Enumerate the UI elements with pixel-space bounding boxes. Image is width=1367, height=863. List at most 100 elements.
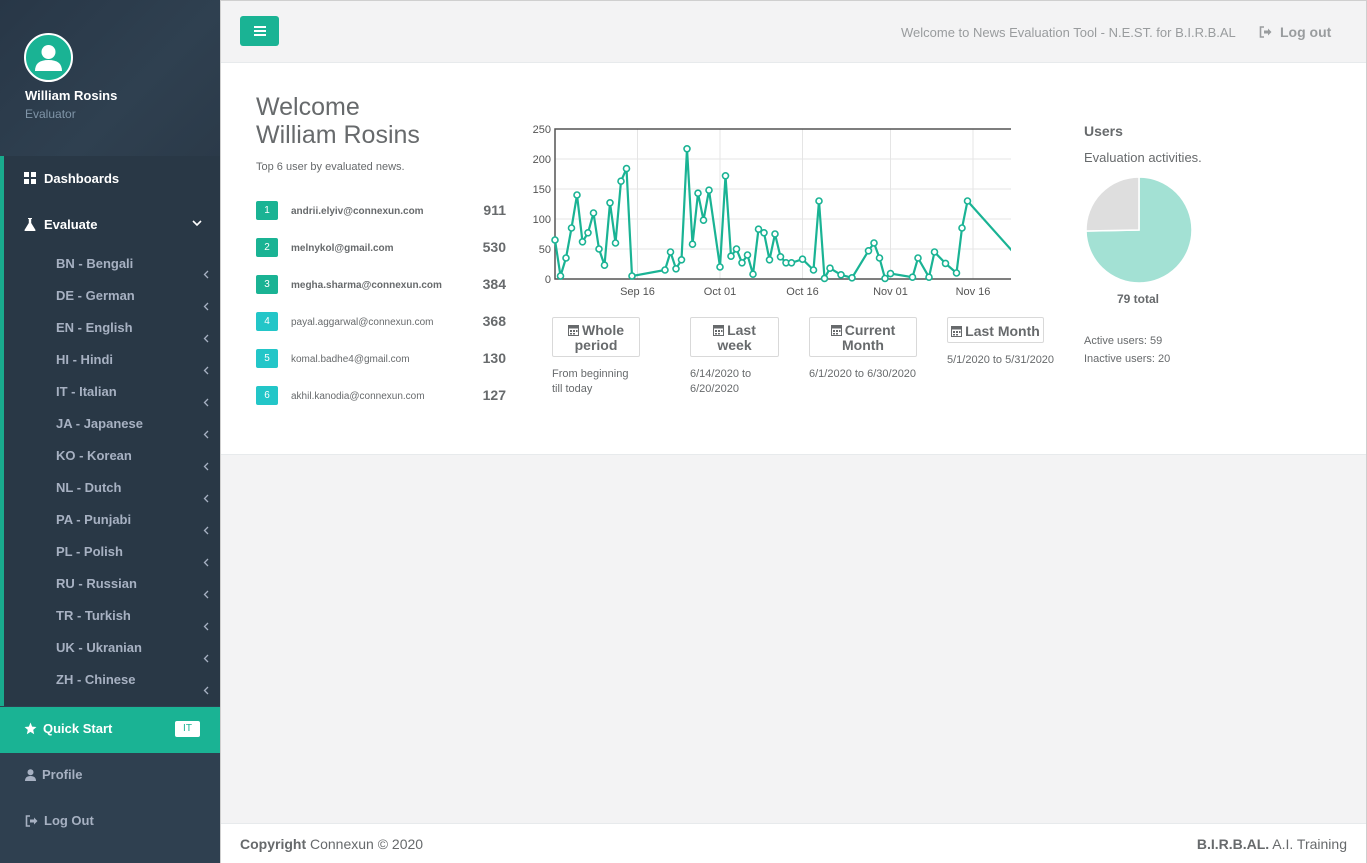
data-point [716, 263, 724, 271]
data-point [864, 247, 873, 255]
data-point [721, 171, 730, 180]
data-point [760, 229, 768, 237]
data-point [738, 259, 746, 267]
sidebar-item-language[interactable]: TR - Turkish [56, 608, 131, 623]
period-range: 6/14/2020 to 6/20/2020 [690, 367, 751, 397]
chevron-down-icon[interactable] [192, 218, 202, 230]
user-email: andrii.elyiv@connexun.com [291, 206, 424, 217]
quick-start-badge: IT [175, 721, 200, 737]
sidebar-item-language[interactable]: UK - Ukranian [56, 640, 142, 655]
rank-badge: 1 [256, 201, 278, 220]
sidebar-item-language[interactable]: JA - Japanese [56, 416, 143, 431]
chevron-left-icon[interactable] [203, 686, 209, 698]
period-button[interactable]: Whole period [552, 317, 640, 357]
chevron-left-icon[interactable] [203, 366, 209, 378]
data-point [672, 265, 680, 273]
sidebar-item-profile[interactable]: Profile [25, 767, 82, 782]
y-tick-label: 50 [539, 244, 551, 256]
chevron-left-icon[interactable] [203, 590, 209, 602]
sidebar-item-evaluate[interactable]: Evaluate [24, 214, 97, 234]
period-button[interactable]: Last week [690, 317, 779, 357]
sidebar-item-language[interactable]: NL - Dutch [56, 480, 121, 495]
top-navbar: Welcome to News Evaluation Tool - N.E.ST… [221, 1, 1366, 63]
data-point [694, 189, 702, 197]
avatar[interactable] [24, 33, 73, 82]
quick-start-button[interactable]: Quick Start IT [0, 707, 220, 753]
chevron-left-icon[interactable] [203, 270, 209, 282]
data-point [908, 273, 917, 281]
chevron-left-icon[interactable] [203, 398, 209, 410]
sidebar-item-language[interactable]: DE - German [56, 288, 135, 303]
chevron-left-icon[interactable] [203, 494, 209, 506]
period-label: Last Month [965, 323, 1040, 339]
sidebar-item-language[interactable]: BN - Bengali [56, 256, 133, 271]
main-area: Welcome to News Evaluation Tool - N.E.ST… [220, 0, 1367, 863]
brand-bold: B.I.R.B.AL. [1196, 836, 1270, 852]
user-count: 911 [483, 202, 506, 218]
sidebar-item-language[interactable]: RU - Russian [56, 576, 137, 591]
chevron-left-icon[interactable] [203, 302, 209, 314]
data-point [914, 254, 922, 262]
data-point [930, 248, 939, 256]
sidebar-item-language[interactable]: PA - Punjabi [56, 512, 131, 527]
y-tick-label: 200 [533, 154, 551, 166]
data-point [622, 164, 631, 173]
chevron-left-icon[interactable] [203, 654, 209, 666]
data-point [848, 274, 856, 282]
data-point [551, 236, 559, 244]
rank-badge: 3 [256, 275, 278, 294]
sidebar-item-language[interactable]: PL - Polish [56, 544, 123, 559]
flask-icon [24, 217, 38, 231]
list-item: 1 andrii.elyiv@connexun.com 911 [256, 201, 506, 221]
user-icon [35, 45, 62, 71]
data-point [765, 256, 774, 264]
sidebar-item-language[interactable]: EN - English [56, 320, 133, 335]
period-range: 6/1/2020 to 6/30/2020 [809, 367, 916, 382]
data-point [611, 239, 620, 247]
data-point [958, 224, 966, 232]
footer: Copyright Connexun © 2020 B.I.R.B.AL. A.… [221, 823, 1366, 863]
sidebar: William Rosins Evaluator Dashboards Eval… [0, 0, 220, 863]
chevron-left-icon[interactable] [203, 430, 209, 442]
period-label-2: period [574, 337, 618, 353]
sign-out-icon [1259, 26, 1272, 38]
data-point [743, 251, 752, 259]
sidebar-item-language[interactable]: KO - Korean [56, 448, 132, 463]
data-point [578, 238, 587, 246]
period-button[interactable]: Last Month [947, 317, 1044, 343]
data-point [870, 239, 878, 247]
data-point [798, 255, 807, 263]
copyright: Copyright Connexun © 2020 [240, 836, 423, 852]
chevron-left-icon[interactable] [203, 462, 209, 474]
logout-link[interactable]: Log out [1259, 24, 1331, 40]
data-point [809, 266, 818, 274]
x-tick-label: Oct 01 [704, 286, 736, 298]
star-icon [24, 722, 37, 735]
x-tick-label: Nov 01 [873, 286, 908, 298]
period-label: Current [844, 322, 896, 338]
chevron-left-icon[interactable] [203, 622, 209, 634]
data-point [952, 269, 961, 277]
data-point [683, 144, 691, 153]
pie-total: 79 total [1117, 292, 1160, 306]
period-button[interactable]: Current Month [809, 317, 917, 357]
chevron-left-icon[interactable] [203, 334, 209, 346]
sidebar-item-language[interactable]: HI - Hindi [56, 352, 113, 367]
sidebar-item-label: Log Out [44, 813, 94, 828]
sidebar-item-language[interactable]: IT - Italian [56, 384, 117, 399]
data-point [749, 270, 757, 278]
data-point [941, 259, 950, 268]
calendar-icon [713, 324, 725, 338]
sidebar-item-logout[interactable]: Log Out [25, 813, 94, 828]
chevron-left-icon[interactable] [203, 558, 209, 570]
sidebar-item-language[interactable]: ZH - Chinese [56, 672, 135, 687]
welcome-line: Welcome [256, 93, 360, 121]
data-point [925, 273, 933, 281]
welcome-user-name: William Rosins [256, 121, 420, 149]
profile-name[interactable]: William Rosins [25, 88, 117, 103]
y-tick-label: 0 [545, 274, 551, 286]
footer-brand: B.I.R.B.AL. A.I. Training [1197, 836, 1347, 852]
menu-toggle-button[interactable] [240, 16, 279, 46]
chevron-left-icon[interactable] [203, 526, 209, 538]
sidebar-item-dashboards[interactable]: Dashboards [24, 168, 119, 188]
